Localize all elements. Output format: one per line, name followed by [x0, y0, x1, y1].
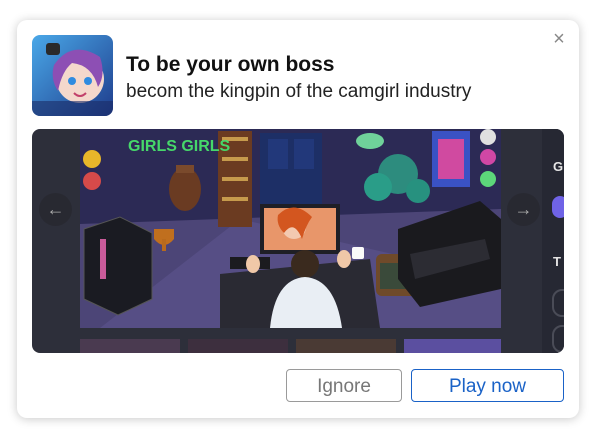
game-screenshot: GIRLS GIRLS: [80, 129, 501, 328]
side-heading-2: T: [553, 254, 561, 269]
side-option[interactable]: [552, 289, 564, 317]
arrow-right-icon[interactable]: →: [507, 193, 540, 226]
thumbnail-strip[interactable]: [80, 339, 501, 353]
app-icon: [32, 35, 113, 116]
arrow-left-icon[interactable]: ←: [39, 193, 72, 226]
play-now-button[interactable]: Play now: [411, 369, 564, 402]
notification-title: To be your own boss: [126, 53, 335, 76]
side-toggle[interactable]: [552, 196, 564, 218]
notification-card: × To be your own boss becom the kingpin …: [17, 20, 579, 418]
neon-sign-text: GIRLS GIRLS: [128, 138, 231, 155]
app-icon-art: [32, 35, 113, 116]
close-icon[interactable]: ×: [550, 29, 568, 49]
side-option-2[interactable]: [552, 325, 564, 353]
notification-subtitle: becom the kingpin of the camgirl industr…: [126, 81, 472, 102]
side-heading: G: [553, 159, 564, 174]
screenshot-carousel[interactable]: GIRLS GIRLS G T ← →: [32, 129, 564, 353]
ignore-button[interactable]: Ignore: [286, 369, 402, 402]
